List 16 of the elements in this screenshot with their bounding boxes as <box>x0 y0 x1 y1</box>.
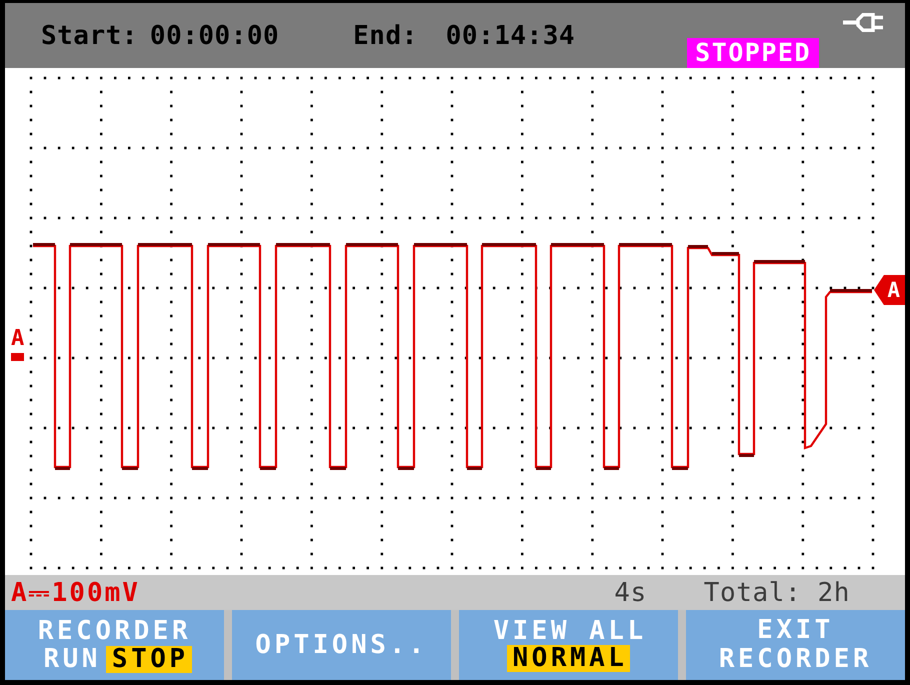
channel-range-reading: A⎓100mV <box>11 578 140 608</box>
softkey-button[interactable]: RECORDER RUN STOP <box>5 610 224 680</box>
softkey-button[interactable]: VIEW ALL NORMAL <box>459 610 678 680</box>
time-per-division-reading: 4s <box>614 578 647 608</box>
channel-trace-marker: A <box>874 275 905 305</box>
status-badge: STOPPED <box>687 38 819 68</box>
total-time-reading: Total: 2h <box>704 578 850 608</box>
start-label: Start: <box>41 20 138 50</box>
end-label: End: <box>353 20 418 50</box>
power-plug-icon <box>843 13 883 32</box>
start-time: 00:00:00 <box>150 20 280 50</box>
mode-option: STOP <box>106 646 192 673</box>
mode-option: VIEW ALL <box>487 618 650 645</box>
mode-option: RUN <box>37 646 104 673</box>
end-time: 00:14:34 <box>446 20 576 50</box>
mode-option: NORMAL <box>506 645 630 672</box>
